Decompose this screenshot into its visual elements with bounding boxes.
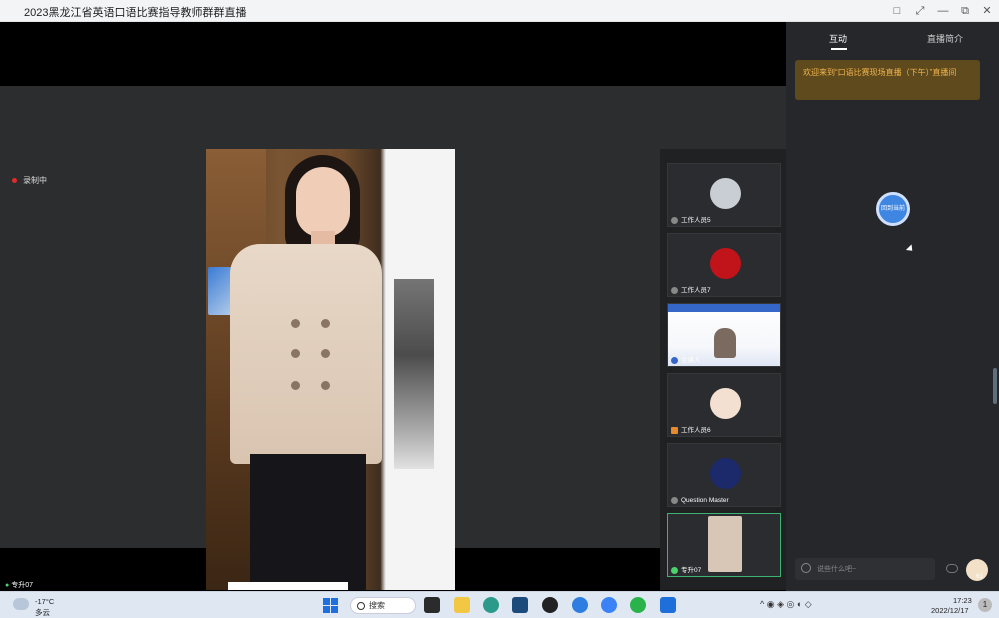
slide-header	[668, 304, 780, 312]
store-icon[interactable]	[512, 597, 528, 613]
main-area: 录制中 ● 专升07 工作人员5 工作人员7 主讲人 工作人员6 Questio…	[0, 22, 786, 591]
minimize-button[interactable]: —	[935, 3, 951, 19]
mic-icon	[671, 496, 678, 504]
speaker-legs	[250, 454, 366, 590]
participant-tile[interactable]: Question Master	[667, 443, 781, 507]
participant-tile[interactable]: 主讲人	[667, 303, 781, 367]
mic-icon	[671, 286, 678, 294]
participant-name: 工作人员7	[681, 287, 711, 294]
back-to-current-button[interactable]: 回到当前	[876, 192, 910, 226]
clock-time[interactable]: 17:23	[953, 596, 972, 605]
avatar	[710, 388, 741, 419]
interaction-panel: 互动 直播简介 欢迎来到“口语比赛现场直播（下午）”直播间 回到当前 61	[786, 22, 999, 591]
mic-icon: ●	[5, 582, 10, 589]
coat-button	[321, 349, 330, 358]
taskbar: -17°C 多云 搜索 ^ ◉ ◈ ◎ ◐ ◇ 17:23 2022/12/17…	[0, 591, 999, 618]
participant-label: Question Master	[671, 496, 729, 504]
participant-label: 专升07	[671, 564, 701, 574]
cloud-icon[interactable]	[13, 598, 29, 610]
file-explorer-icon[interactable]	[454, 597, 470, 613]
poster-art	[394, 279, 434, 469]
wechat-icon[interactable]	[630, 597, 646, 613]
user-icon	[671, 356, 678, 364]
mic-icon	[671, 566, 678, 574]
windows-start-icon[interactable]	[323, 598, 338, 613]
participant-tile[interactable]: 工作人员7	[667, 233, 781, 297]
emoji-icon[interactable]	[801, 563, 811, 573]
participant-label: 工作人员5	[671, 214, 711, 224]
participant-name: 主讲人	[681, 357, 701, 364]
clock-date[interactable]: 2022/12/17	[931, 606, 969, 615]
chat-input[interactable]	[817, 562, 929, 576]
video-stage: 录制中 ● 专升07 工作人员5 工作人员7 主讲人 工作人员6 Questio…	[0, 86, 786, 591]
mouse-cursor-icon	[905, 244, 916, 254]
participant-tile[interactable]: 工作人员6	[667, 373, 781, 437]
participant-name: 工作人员5	[681, 217, 711, 224]
edge-icon[interactable]	[483, 597, 499, 613]
recording-indicator: 录制中	[12, 175, 47, 186]
mic-icon	[671, 216, 678, 224]
participant-name: 工作人员6	[681, 427, 711, 434]
system-tray[interactable]: ^ ◉ ◈ ◎ ◐ ◇	[760, 599, 812, 610]
participant-label: 主讲人	[671, 354, 701, 364]
task-view-icon[interactable]	[424, 597, 440, 613]
gift-count: 61	[976, 574, 983, 580]
scrollbar[interactable]	[993, 368, 997, 404]
notification-badge[interactable]: 1	[978, 598, 992, 612]
video-paper	[228, 582, 348, 590]
close-button[interactable]: ✕	[979, 3, 995, 19]
avatar	[710, 458, 741, 489]
record-dot-icon	[12, 178, 17, 184]
participant-tile[interactable]: 工作人员5	[667, 163, 781, 227]
tab-intro[interactable]: 直播简介	[927, 32, 963, 45]
restore-button[interactable]: ⧉	[957, 3, 973, 19]
avatar	[710, 248, 741, 279]
main-video[interactable]	[206, 149, 455, 590]
download-icon[interactable]	[572, 597, 588, 613]
taskbar-search[interactable]: 搜索	[350, 597, 416, 614]
dell-icon[interactable]	[542, 597, 558, 613]
speaker-face	[296, 167, 350, 237]
tab-underline	[831, 48, 847, 50]
tab-interaction[interactable]: 互动	[829, 32, 847, 45]
participant-name: Question Master	[681, 497, 729, 504]
avatar	[714, 328, 736, 358]
speaker-coat	[230, 244, 382, 464]
coat-button	[291, 319, 300, 328]
weather-temperature: -17°C	[35, 597, 55, 606]
like-icon[interactable]	[946, 564, 958, 573]
title-bar: 2023黑龙江省英语口语比赛指导教师群群直播 □ ⤢ — ⧉ ✕	[0, 0, 999, 22]
coat-button	[321, 381, 330, 390]
participant-label: 工作人员6	[671, 424, 711, 434]
participant-list[interactable]: 工作人员5 工作人员7 主讲人 工作人员6 Question Master 专升…	[660, 149, 786, 590]
speaker-tag: ● 专升07	[2, 579, 37, 591]
video-poster	[386, 149, 455, 590]
recording-label: 录制中	[23, 176, 47, 185]
avatar	[710, 178, 741, 209]
weather-condition: 多云	[35, 608, 50, 617]
welcome-notice: 欢迎来到“口语比赛现场直播（下午）”直播间	[795, 60, 980, 100]
coat-button	[321, 319, 330, 328]
coat-button	[291, 381, 300, 390]
chat-input-box[interactable]	[795, 558, 935, 580]
dingtalk-icon[interactable]	[660, 597, 676, 613]
fullscreen-icon[interactable]: ⤢	[912, 3, 928, 19]
coat-button	[291, 349, 300, 358]
window-title: 2023黑龙江省英语口语比赛指导教师群群直播	[24, 7, 247, 19]
participant-name: 专升07	[681, 567, 702, 574]
avatar	[708, 516, 742, 572]
pin-icon[interactable]: □	[889, 3, 905, 19]
speaker-name: 专升07	[11, 582, 34, 589]
participant-label: 工作人员7	[671, 284, 711, 294]
user-icon	[671, 426, 678, 434]
participant-tile-active[interactable]: 专升07	[667, 513, 781, 577]
browser-icon[interactable]	[601, 597, 617, 613]
